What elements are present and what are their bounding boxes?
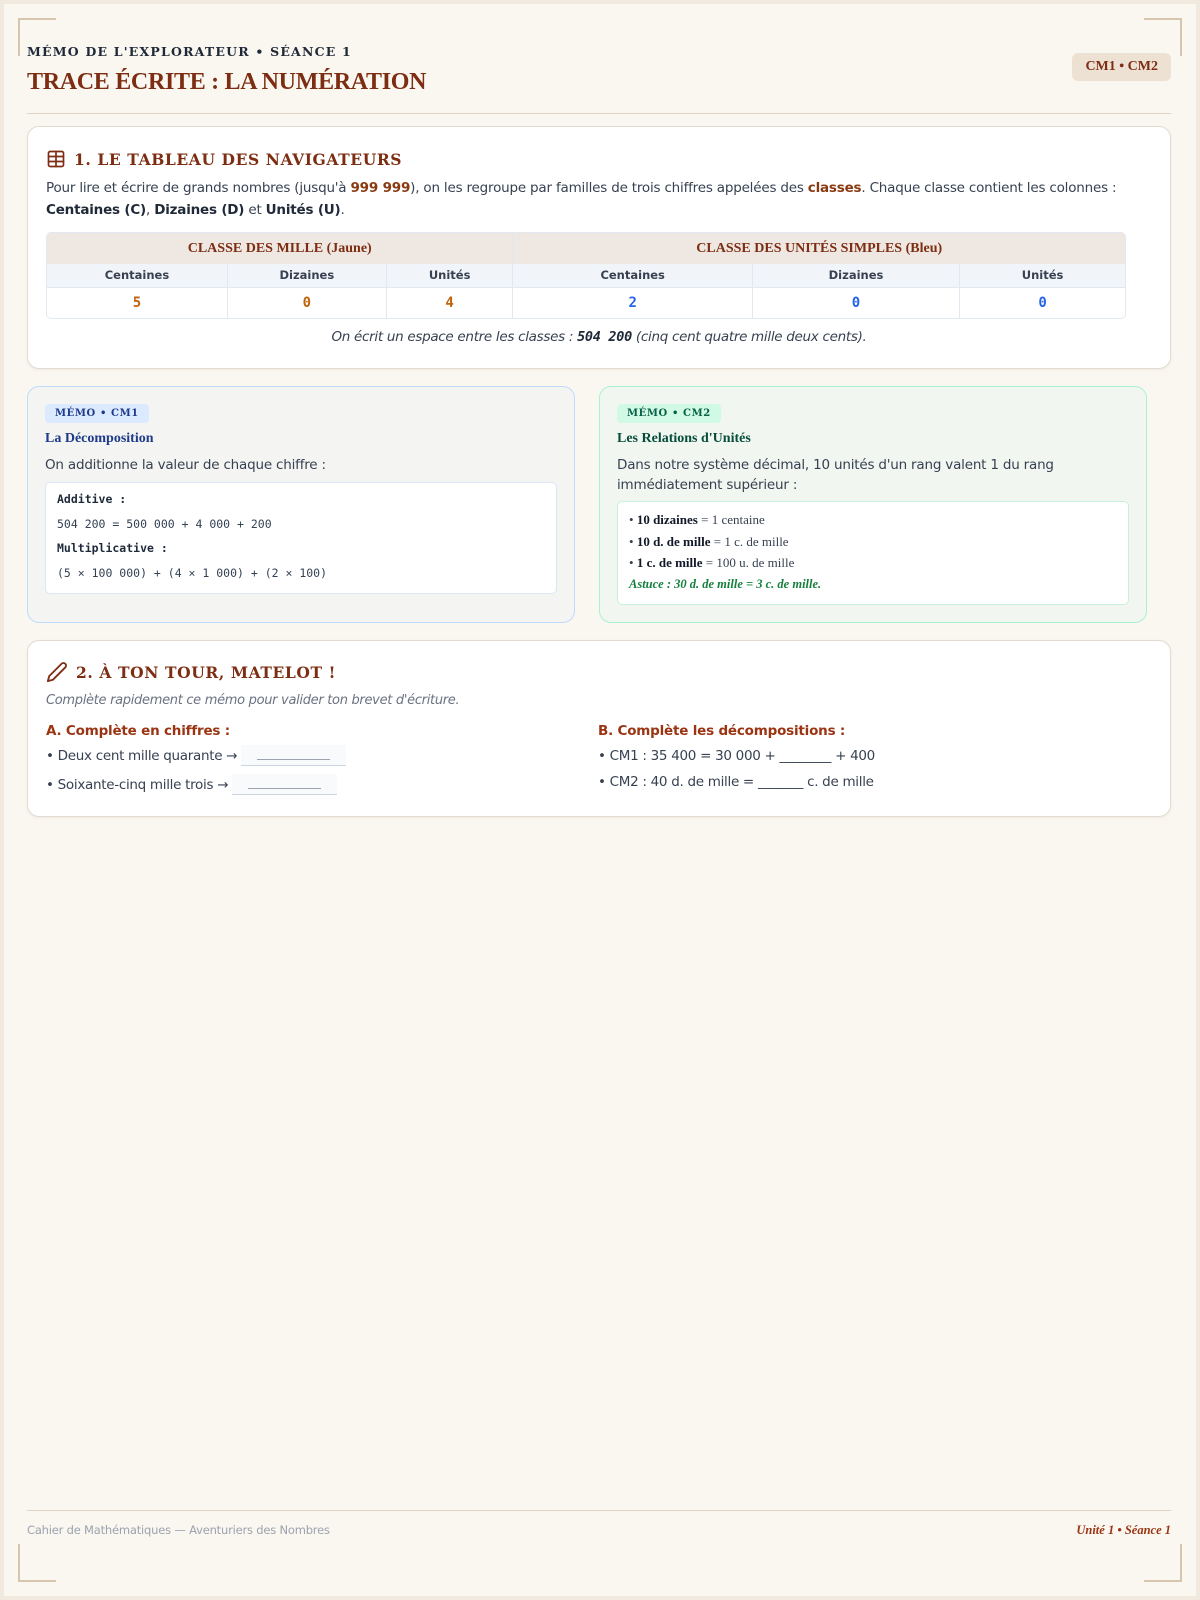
column-header: Centaines bbox=[512, 264, 753, 287]
corner-ornament bbox=[18, 1544, 56, 1582]
memo-cm2-card: MÉMO • CM2 Les Relations d'Unités Dans n… bbox=[599, 386, 1147, 623]
centaines-term: Centaines (C) bbox=[46, 202, 147, 218]
relation-item: • 10 d. de mille = 1 c. de mille bbox=[629, 533, 789, 549]
column-header: Dizaines bbox=[226, 264, 387, 287]
column-header: Centaines bbox=[47, 264, 228, 287]
digit-cell: 0 bbox=[751, 286, 960, 318]
memo-badge: MÉMO • CM1 bbox=[45, 404, 149, 423]
relation-item: • 10 dizaines = 1 centaine bbox=[629, 512, 765, 527]
class-units-header: CLASSE DES UNITÉS SIMPLES (Bleu) bbox=[512, 233, 1125, 264]
page-header: MÉMO DE L'EXPLORATEUR • SÉANCE 1 TRACE É… bbox=[27, 44, 1171, 114]
classes-term: classes bbox=[807, 180, 862, 196]
exercise-part-b: B. Complète les décompositions : • CM1 :… bbox=[598, 723, 875, 800]
digit-cell: 0 bbox=[226, 286, 387, 318]
place-value-table: CLASSE DES MILLE (Jaune) CLASSE DES UNIT… bbox=[46, 232, 1126, 319]
digit-cell: 0 bbox=[959, 286, 1125, 318]
memo-title: La Décomposition bbox=[45, 431, 154, 446]
table-grid-icon bbox=[47, 150, 65, 168]
memo-text: On additionne la valeur de chaque chiffr… bbox=[45, 457, 326, 473]
part-a-heading: A. Complète en chiffres : bbox=[46, 723, 230, 739]
additive-decomposition: 504 200 = 500 000 + 4 000 + 200 bbox=[57, 516, 272, 531]
exercise-item: • Soixante-cinq mille trois → bbox=[46, 774, 346, 806]
section-title-text: 2. À TON TOUR, MATELOT ! bbox=[76, 662, 337, 682]
footer-book-title: Cahier de Mathématiques — Aventuriers de… bbox=[27, 1523, 330, 1537]
spacing-note: On écrit un espace entre les classes : 5… bbox=[331, 329, 867, 345]
page-footer: Cahier de Mathématiques — Aventuriers de… bbox=[27, 1510, 1171, 1538]
column-header: Dizaines bbox=[751, 264, 960, 287]
footer-session: Unité 1 • Séance 1 bbox=[1076, 1523, 1171, 1537]
intro-paragraph: Pour lire et écrire de grands nombres (j… bbox=[46, 180, 1117, 218]
answer-field[interactable] bbox=[232, 774, 338, 795]
section-title-text: 1. LE TABLEAU DES NAVIGATEURS bbox=[74, 149, 403, 169]
answer-field[interactable] bbox=[241, 745, 347, 766]
page-kicker: MÉMO DE L'EXPLORATEUR • SÉANCE 1 bbox=[27, 44, 352, 59]
additive-label: Additive : bbox=[57, 492, 127, 506]
digit-cell: 2 bbox=[512, 286, 753, 318]
exercise-part-a: A. Complète en chiffres : • Deux cent mi… bbox=[46, 723, 347, 806]
exercise-item: • Deux cent mille quarante → bbox=[46, 745, 347, 777]
digit-cell: 5 bbox=[47, 286, 228, 318]
max-number: 999 999 bbox=[350, 180, 411, 196]
example-number: 504 200 bbox=[577, 329, 632, 345]
relations-box: • 10 dizaines = 1 centaine • 10 d. de mi… bbox=[617, 501, 1129, 605]
level-badge: CM1 • CM2 bbox=[1072, 53, 1171, 81]
exercise-subtitle: Complète rapidement ce mémo pour valider… bbox=[46, 693, 460, 708]
multiplicative-label: Multiplicative : bbox=[57, 541, 168, 555]
section-title: 2. À TON TOUR, MATELOT ! bbox=[46, 661, 336, 683]
part-b-heading: B. Complète les décompositions : bbox=[598, 723, 846, 739]
unites-term: Unités (U) bbox=[265, 202, 341, 218]
page-title: TRACE ÉCRITE : LA NUMÉRATION bbox=[27, 69, 427, 95]
memo-text: Dans notre système décimal, 10 unités d'… bbox=[617, 457, 1054, 493]
memo-title: Les Relations d'Unités bbox=[617, 431, 751, 446]
column-header: Unités bbox=[385, 264, 513, 287]
tip-text: Astuce : 30 d. de mille = 3 c. de mille. bbox=[629, 576, 822, 591]
dizaines-term: Dizaines (D) bbox=[154, 202, 245, 218]
memo-cm1-card: MÉMO • CM1 La Décomposition On additionn… bbox=[27, 386, 575, 623]
section-exercise-card: 2. À TON TOUR, MATELOT ! Complète rapide… bbox=[27, 640, 1171, 817]
section-tableau-card: 1. LE TABLEAU DES NAVIGATEURS Pour lire … bbox=[27, 126, 1171, 369]
section-title: 1. LE TABLEAU DES NAVIGATEURS bbox=[46, 149, 402, 169]
exercise-item: • CM2 : 40 d. de mille = _______ c. de m… bbox=[598, 774, 874, 790]
column-header: Unités bbox=[959, 264, 1125, 287]
digit-cell: 4 bbox=[385, 286, 513, 318]
memo-badge: MÉMO • CM2 bbox=[617, 404, 721, 423]
multiplicative-decomposition: (5 × 100 000) + (4 × 1 000) + (2 × 100) bbox=[57, 565, 328, 580]
relation-item: • 1 c. de mille = 100 u. de mille bbox=[629, 555, 795, 570]
decomposition-box: Additive : 504 200 = 500 000 + 4 000 + 2… bbox=[45, 482, 557, 594]
exercise-item: • CM1 : 35 400 = 30 000 + ________ + 400 bbox=[598, 748, 875, 764]
corner-ornament bbox=[1144, 1544, 1182, 1582]
class-mille-header: CLASSE DES MILLE (Jaune) bbox=[47, 233, 513, 264]
pencil-icon bbox=[46, 662, 67, 683]
